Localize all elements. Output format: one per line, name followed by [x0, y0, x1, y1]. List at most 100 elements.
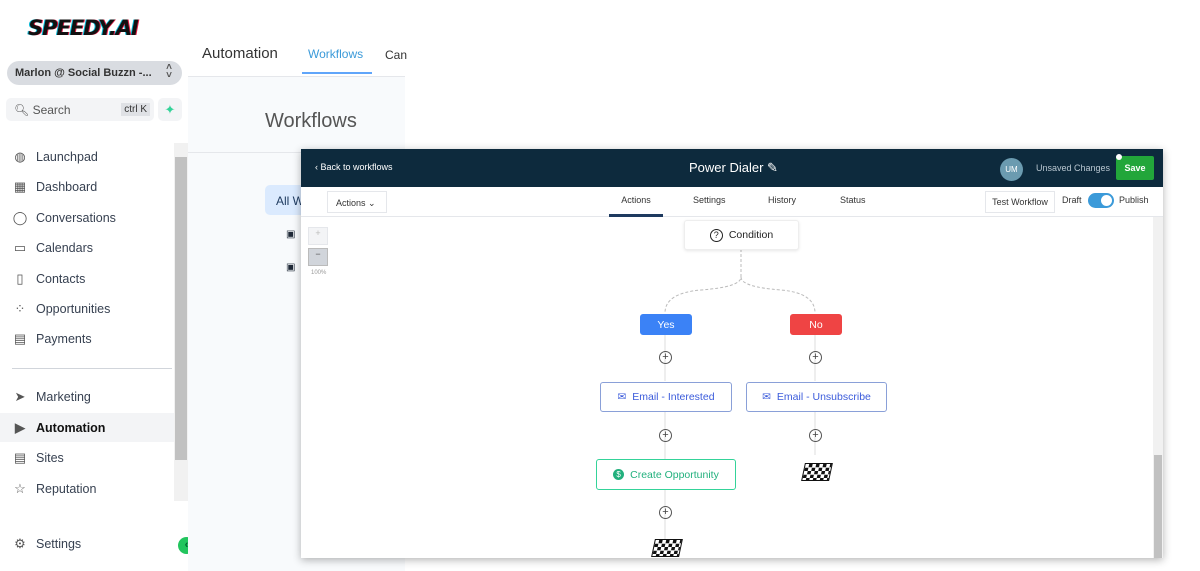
pencil-icon[interactable]: ✎ [767, 160, 778, 175]
workflow-canvas[interactable]: + − 100% ? Condition Yes No + + ✉ Email - … [301, 217, 1163, 558]
nav-label: Calendars [36, 241, 93, 255]
scroll-thumb[interactable] [1154, 455, 1162, 558]
tab-workflows[interactable]: Workflows [302, 47, 372, 74]
tab-settings[interactable]: Settings [693, 195, 726, 205]
section-heading: Workflows [265, 110, 357, 132]
node-label: Email - Interested [632, 391, 715, 403]
publish-toggle[interactable] [1088, 193, 1114, 208]
actions-dropdown[interactable]: Actions ⌄ [327, 191, 387, 213]
send-icon: ➤ [14, 389, 26, 404]
no-branch[interactable]: No [790, 314, 842, 335]
star-icon: ☆ [14, 481, 26, 496]
sidebar-item-marketing[interactable]: ➤ Marketing [12, 389, 91, 405]
account-name: Marlon @ Social Buzzn -... [15, 67, 152, 79]
email-unsubscribe-node[interactable]: ✉ Email - Unsubscribe [746, 382, 887, 412]
account-switcher[interactable]: Marlon @ Social Buzzn -... ˄ ˅ [7, 61, 182, 85]
node-label: Create Opportunity [630, 468, 719, 481]
chevron-updown-icon: ˄ ˅ [166, 62, 172, 81]
back-label: Back to workflows [320, 162, 393, 172]
avatar[interactable]: UM [1000, 158, 1023, 181]
sidebar-item-settings[interactable]: ⚙ Settings [12, 536, 81, 552]
page-title: Automation [202, 45, 278, 62]
node-label: Condition [728, 229, 774, 241]
dollar-icon: $ [613, 469, 625, 480]
ai-sparkle-button[interactable]: ✦ [158, 98, 182, 121]
add-action-icon[interactable]: + [809, 429, 822, 442]
opportunities-icon: ⁘ [14, 301, 26, 316]
chat-icon: ◯ [12, 210, 28, 225]
builder-toolbar: Actions ⌄ Actions Settings History Statu… [301, 187, 1163, 217]
question-icon: ? [709, 228, 723, 242]
save-status: Unsaved Changes [1036, 163, 1111, 173]
envelope-icon: ✉ [617, 391, 627, 403]
condition-node[interactable]: ? Condition [684, 220, 799, 250]
nav-label: Conversations [36, 211, 116, 225]
save-button[interactable]: Save [1116, 156, 1154, 180]
canvas-scrollbar[interactable] [1153, 217, 1163, 558]
sidebar-item-launchpad[interactable]: ◍ Launchpad [12, 149, 98, 165]
sidebar-item-opportunities[interactable]: ⁘ Opportunities [12, 301, 111, 317]
contacts-icon: ▯ [16, 271, 24, 286]
back-to-workflows-link[interactable]: ‹ Back to workflows [315, 162, 393, 172]
tab-actions[interactable]: Actions [609, 195, 663, 217]
nav-label: Automation [36, 420, 106, 435]
workflow-builder-modal: ‹ Back to workflows Power Dialer ✎ UM Un… [301, 149, 1163, 558]
chevron-down-icon: ⌄ [368, 198, 376, 208]
divider [12, 368, 172, 369]
grid-icon: ▦ [13, 179, 27, 194]
sidebar-item-automation[interactable]: ▶ Automation [0, 413, 174, 442]
draft-label: Draft [1062, 195, 1082, 205]
nav-label: Marketing [36, 390, 91, 404]
search-icon: 🔍︎ [14, 103, 30, 117]
tab-label: Workflows [308, 47, 364, 61]
tab-status[interactable]: Status [840, 195, 866, 205]
builder-header: ‹ Back to workflows Power Dialer ✎ UM Un… [301, 149, 1163, 187]
sidebar: SPEEDY.AI Marlon @ Social Buzzn -... ˄ ˅ 🔍… [0, 0, 188, 571]
sidebar-item-conversations[interactable]: ◯ Conversations [12, 210, 116, 226]
rocket-icon: ◍ [14, 149, 26, 164]
add-action-icon[interactable]: + [659, 506, 672, 519]
tab-campaigns[interactable]: Can [385, 48, 407, 62]
nav-label: Contacts [36, 272, 86, 286]
nav-label: Settings [36, 537, 82, 551]
page-header: Automation Workflows Can [188, 0, 407, 77]
add-action-icon[interactable]: + [659, 351, 672, 364]
dropdown-label: Actions [336, 198, 366, 208]
title-text: Power Dialer [689, 160, 764, 175]
sidebar-item-sites[interactable]: ▤ Sites [12, 450, 64, 466]
gear-icon: ⚙ [14, 536, 26, 551]
add-action-icon[interactable]: + [659, 429, 672, 442]
create-opportunity-node[interactable]: $ Create Opportunity [596, 459, 736, 490]
sidebar-item-dashboard[interactable]: ▦ Dashboard [12, 179, 97, 195]
nav-label: Sites [36, 451, 64, 465]
nav-label: Dashboard [36, 180, 98, 194]
toggle-knob [1101, 195, 1112, 206]
sites-icon: ▤ [13, 450, 27, 465]
unsaved-dot [1116, 154, 1122, 160]
sidebar-item-calendars[interactable]: ▭ Calendars [12, 240, 93, 256]
logo: SPEEDY.AI [28, 16, 139, 40]
search-input[interactable]: 🔍︎ Search ctrl K [6, 98, 154, 121]
tab-history[interactable]: History [768, 195, 796, 205]
yes-branch[interactable]: Yes [640, 314, 692, 335]
sidebar-item-reputation[interactable]: ☆ Reputation [12, 481, 96, 497]
test-workflow-button[interactable]: Test Workflow [985, 191, 1055, 213]
payments-icon: ▤ [13, 331, 27, 346]
publish-label: Publish [1119, 195, 1149, 205]
sidebar-scroll-thumb[interactable] [175, 157, 187, 460]
add-action-icon[interactable]: + [809, 351, 822, 364]
nav-label: Opportunities [36, 302, 111, 316]
sidebar-item-contacts[interactable]: ▯ Contacts [12, 271, 85, 287]
shortcut-badge: ctrl K [121, 103, 150, 116]
end-flag-icon [651, 539, 683, 557]
calendar-icon: ▣ [286, 262, 296, 273]
calendar-icon: ▭ [13, 240, 27, 255]
node-label: Email - Unsubscribe [776, 391, 871, 403]
envelope-icon: ✉ [762, 391, 771, 403]
filter-tab-all[interactable]: All W [265, 185, 305, 215]
email-interested-node[interactable]: ✉ Email - Interested [600, 382, 732, 412]
search-placeholder: Search [32, 103, 71, 117]
workflow-title[interactable]: Power Dialer ✎ [689, 160, 778, 176]
automation-icon: ▶ [15, 419, 25, 435]
sidebar-item-payments[interactable]: ▤ Payments [12, 331, 92, 347]
